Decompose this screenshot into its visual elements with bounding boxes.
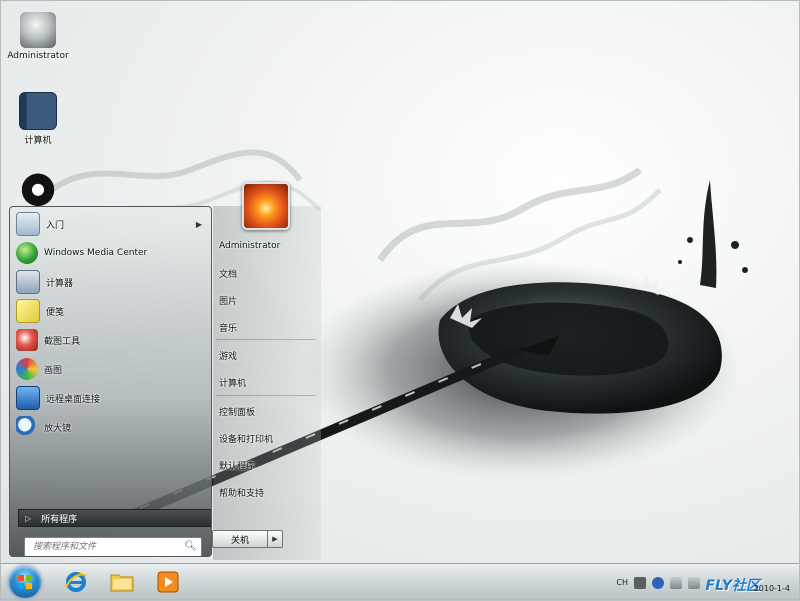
separator bbox=[216, 395, 316, 396]
paint-icon bbox=[16, 358, 38, 380]
shutdown-options-button[interactable]: ▶ bbox=[268, 530, 283, 548]
taskbar-internet-explorer[interactable] bbox=[56, 567, 96, 597]
taskbar-media-player[interactable] bbox=[148, 567, 188, 597]
start-button[interactable] bbox=[9, 566, 41, 598]
date-text: 2010-1-4 bbox=[753, 584, 790, 593]
program-item-media-center[interactable]: Windows Media Center bbox=[16, 240, 206, 266]
search-input[interactable] bbox=[31, 541, 185, 553]
start-search-box[interactable]: 🔍︎ bbox=[24, 537, 202, 556]
program-label: Windows Media Center bbox=[44, 248, 148, 258]
program-item-paint[interactable]: 画图 bbox=[16, 356, 206, 382]
chevron-right-icon: ▶ bbox=[195, 219, 202, 229]
windows-logo-icon bbox=[18, 575, 32, 589]
snipping-tool-icon bbox=[16, 329, 38, 351]
watermark-logo: FLY社区 bbox=[705, 578, 760, 594]
getting-started-icon bbox=[16, 212, 40, 236]
start-item-pictures[interactable]: 图片 bbox=[216, 290, 320, 310]
start-menu-programs-pane: 入门 ▶ Windows Media Center 计算器 便笺 截图工具 画图… bbox=[9, 206, 212, 557]
search-icon: 🔍︎ bbox=[184, 541, 197, 552]
keyboard-icon[interactable] bbox=[634, 576, 646, 589]
program-item-magnifier[interactable]: 放大镜 bbox=[16, 414, 206, 440]
taskbar: CH FLY社区 2010-1-4 bbox=[0, 563, 800, 601]
start-item-music[interactable]: 音乐 bbox=[216, 317, 320, 337]
triangle-right-icon: ▷ bbox=[25, 513, 32, 523]
start-item-default-programs[interactable]: 默认程序 bbox=[216, 455, 320, 475]
computer-notebook-icon bbox=[19, 92, 57, 130]
start-item-computer[interactable]: 计算机 bbox=[216, 372, 320, 392]
program-label: 画图 bbox=[44, 365, 63, 376]
clock[interactable]: 2010-1-4 bbox=[754, 572, 790, 594]
taskbar-explorer[interactable] bbox=[102, 567, 142, 597]
all-programs-button[interactable]: ▷ 所有程序 bbox=[18, 509, 211, 527]
shutdown-button[interactable]: 关机 bbox=[212, 530, 268, 548]
shutdown-control: 关机 ▶ bbox=[212, 530, 286, 548]
program-item-calculator[interactable]: 计算器 bbox=[16, 269, 206, 295]
media-center-icon bbox=[16, 242, 38, 264]
desktop-icon-label: Administrator bbox=[7, 51, 69, 61]
help-icon[interactable] bbox=[652, 576, 664, 589]
start-item-games[interactable]: 游戏 bbox=[216, 345, 320, 365]
program-label: 便笺 bbox=[46, 307, 65, 318]
network-icon[interactable] bbox=[670, 576, 682, 589]
system-tray: CH bbox=[616, 564, 700, 601]
program-item-remote-desktop[interactable]: 远程桌面连接 bbox=[16, 385, 206, 411]
program-item-sticky-notes[interactable]: 便笺 bbox=[16, 298, 206, 324]
media-player-icon bbox=[157, 571, 179, 593]
program-label: 截图工具 bbox=[44, 336, 81, 347]
start-item-devices-printers[interactable]: 设备和打印机 bbox=[216, 428, 320, 448]
desktop-icon-computer[interactable]: 计算机 bbox=[0, 92, 76, 146]
program-label: 计算器 bbox=[46, 278, 74, 289]
start-menu: 入门 ▶ Windows Media Center 计算器 便笺 截图工具 画图… bbox=[6, 182, 322, 562]
chevron-right-icon: ▶ bbox=[272, 535, 278, 543]
magnifier-icon bbox=[16, 416, 38, 438]
calculator-icon bbox=[16, 270, 40, 294]
folder-icon bbox=[110, 574, 134, 592]
program-label: 放大镜 bbox=[44, 423, 72, 434]
user-folder-icon bbox=[20, 12, 56, 48]
program-label: 入门 bbox=[46, 220, 65, 231]
start-menu-places-pane: Administrator 文档 图片 音乐 游戏 计算机 控制面板 设备和打印… bbox=[213, 206, 321, 560]
all-programs-label: 所有程序 bbox=[41, 514, 78, 525]
remote-desktop-icon bbox=[16, 386, 40, 410]
language-indicator[interactable]: CH bbox=[616, 578, 628, 587]
program-label: 远程桌面连接 bbox=[46, 394, 101, 405]
separator bbox=[216, 339, 316, 340]
user-avatar[interactable] bbox=[242, 182, 290, 230]
start-item-control-panel[interactable]: 控制面板 bbox=[216, 401, 320, 421]
volume-icon[interactable] bbox=[688, 576, 700, 589]
start-item-user[interactable]: Administrator bbox=[216, 236, 320, 256]
program-item-snipping-tool[interactable]: 截图工具 bbox=[16, 327, 206, 353]
sticky-notes-icon bbox=[16, 299, 40, 323]
desktop-icon-label: 计算机 bbox=[24, 136, 52, 146]
desktop-icon-administrator[interactable]: Administrator bbox=[0, 12, 76, 61]
program-item-getting-started[interactable]: 入门 ▶ bbox=[16, 211, 206, 237]
start-item-documents[interactable]: 文档 bbox=[216, 263, 320, 283]
start-item-help-support[interactable]: 帮助和支持 bbox=[216, 482, 320, 502]
ie-icon bbox=[65, 572, 87, 592]
